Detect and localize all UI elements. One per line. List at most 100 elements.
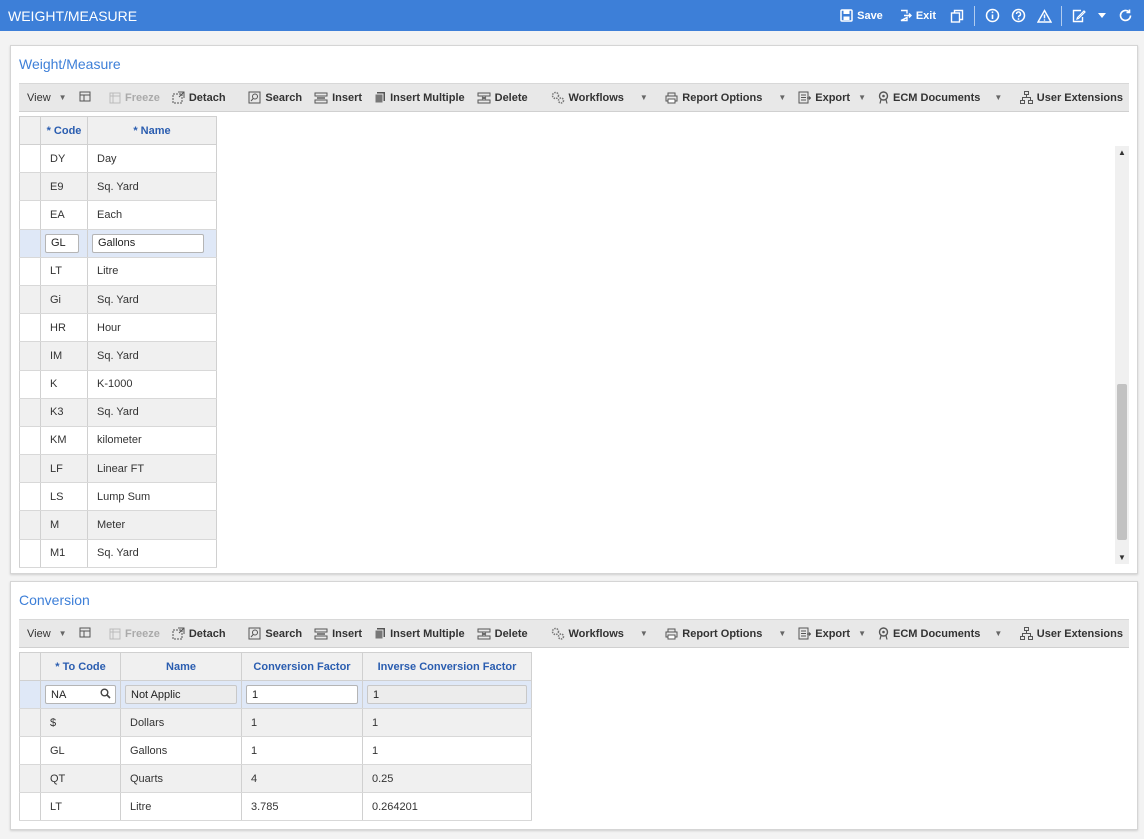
help-icon[interactable] (1008, 6, 1028, 26)
code-cell[interactable]: K3 (40, 398, 88, 427)
workflows-menu[interactable]: Workflows ▼ (545, 620, 654, 647)
ecm-documents-menu[interactable]: ECM Documents ▼ (872, 84, 1008, 111)
table-row[interactable]: Gi Sq. Yard (19, 285, 217, 315)
vertical-scrollbar[interactable]: ▲ ▼ (1115, 146, 1129, 564)
name-cell[interactable]: Sq. Yard (87, 285, 217, 315)
table-row[interactable]: IM Sq. Yard (19, 341, 217, 371)
insert-button[interactable]: Insert (308, 620, 368, 647)
export-menu[interactable]: Export ▼ (792, 84, 872, 111)
report-options-menu[interactable]: Report Options ▼ (659, 620, 792, 647)
freeze-button[interactable]: Freeze (103, 84, 166, 111)
row-selector[interactable] (19, 370, 41, 399)
conversion-factor-cell[interactable]: 1 (241, 708, 363, 737)
detach-button[interactable]: Detach (166, 84, 232, 111)
export-menu[interactable]: Export ▼ (792, 620, 872, 647)
table-row[interactable]: M1 Sq. Yard (19, 539, 217, 568)
chevron-down-icon[interactable] (1095, 6, 1109, 26)
search-button[interactable]: Search (242, 84, 308, 111)
insert-button[interactable]: Insert (308, 84, 368, 111)
table-row[interactable]: K3 Sq. Yard (19, 398, 217, 427)
row-selector[interactable] (19, 341, 41, 371)
row-selector[interactable] (19, 792, 41, 821)
search-icon[interactable] (100, 688, 111, 702)
column-header-name[interactable]: Name (120, 652, 242, 681)
column-header-code[interactable]: * Code (40, 116, 88, 145)
ecm-documents-menu[interactable]: ECM Documents ▼ (872, 620, 1008, 647)
filter-button[interactable] (73, 620, 98, 647)
view-menu[interactable]: View ▼ (19, 84, 73, 111)
row-selector[interactable] (19, 144, 41, 174)
to-code-input[interactable]: NA (45, 685, 116, 704)
column-header-name[interactable]: * Name (87, 116, 217, 145)
view-menu[interactable]: View ▼ (19, 620, 73, 647)
detach-button[interactable]: Detach (166, 620, 232, 647)
table-row[interactable]: LF Linear FT (19, 454, 217, 484)
info-icon[interactable] (982, 6, 1002, 26)
refresh-icon[interactable] (1115, 6, 1135, 26)
to-code-cell[interactable]: QT (40, 764, 121, 793)
exit-button[interactable]: Exit (891, 0, 944, 31)
delete-button[interactable]: Delete (471, 84, 534, 111)
conversion-factor-cell[interactable]: 1 (241, 736, 363, 765)
code-cell[interactable]: KM (40, 426, 88, 456)
scroll-up-icon[interactable]: ▲ (1118, 148, 1126, 157)
code-cell[interactable]: DY (40, 144, 88, 174)
row-selector[interactable] (19, 229, 41, 258)
row-selector[interactable] (19, 426, 41, 456)
name-cell[interactable]: Linear FT (87, 454, 217, 484)
name-cell[interactable]: Litre (120, 792, 242, 821)
code-cell[interactable]: M (40, 510, 88, 540)
user-extensions-button[interactable]: User Extensions (1014, 620, 1129, 647)
name-cell[interactable]: Quarts (120, 764, 242, 793)
row-selector[interactable] (19, 764, 41, 793)
inverse-conversion-factor-cell[interactable]: 0.25 (362, 764, 532, 793)
table-row[interactable]: LT Litre 3.785 0.264201 (19, 792, 532, 821)
to-code-cell[interactable]: LT (40, 792, 121, 821)
column-header-to-code[interactable]: * To Code (40, 652, 121, 681)
to-code-cell[interactable]: GL (40, 736, 121, 765)
search-button[interactable]: Search (242, 620, 308, 647)
code-cell[interactable]: K (40, 370, 88, 399)
table-row[interactable]: M Meter (19, 510, 217, 540)
copy-icon[interactable] (947, 6, 967, 26)
edit-icon[interactable] (1069, 6, 1089, 26)
user-extensions-button[interactable]: User Extensions (1014, 84, 1129, 111)
name-cell[interactable]: Lump Sum (87, 482, 217, 512)
table-row[interactable]: KM kilometer (19, 426, 217, 456)
name-cell[interactable]: Gallons (120, 736, 242, 765)
column-header-inverse-conversion-factor[interactable]: Inverse Conversion Factor (362, 652, 532, 681)
table-row[interactable]: E9 Sq. Yard (19, 172, 217, 202)
code-cell[interactable]: EA (40, 200, 88, 230)
code-cell[interactable]: IM (40, 341, 88, 371)
row-selector[interactable] (19, 539, 41, 568)
inverse-conversion-factor-cell[interactable]: 1 (362, 736, 532, 765)
inverse-conversion-factor-cell[interactable]: 0.264201 (362, 792, 532, 821)
row-selector[interactable] (19, 708, 41, 737)
row-selector[interactable] (19, 482, 41, 512)
table-row[interactable]: GL Gallons (19, 229, 217, 258)
code-cell[interactable]: HR (40, 313, 88, 343)
name-input[interactable]: Gallons (92, 233, 204, 253)
table-row[interactable]: $ Dollars 1 1 (19, 708, 532, 737)
conversion-factor-cell[interactable]: 4 (241, 764, 363, 793)
filter-button[interactable] (73, 84, 98, 111)
code-cell[interactable]: Gi (40, 285, 88, 315)
row-selector[interactable] (19, 398, 41, 427)
name-cell[interactable]: Sq. Yard (87, 341, 217, 371)
table-row[interactable]: GL Gallons 1 1 (19, 736, 532, 765)
row-selector[interactable] (19, 200, 41, 230)
code-cell[interactable]: LT (40, 257, 88, 286)
row-selector[interactable] (19, 285, 41, 315)
to-code-cell[interactable]: $ (40, 708, 121, 737)
name-cell[interactable]: Sq. Yard (87, 539, 217, 568)
code-cell[interactable]: M1 (40, 539, 88, 568)
name-cell[interactable]: K-1000 (87, 370, 217, 399)
table-row[interactable]: K K-1000 (19, 370, 217, 399)
freeze-button[interactable]: Freeze (103, 620, 166, 647)
inverse-conversion-factor-cell[interactable]: 1 (362, 708, 532, 737)
table-row[interactable]: HR Hour (19, 313, 217, 343)
code-input[interactable]: GL (45, 233, 79, 253)
table-row[interactable]: QT Quarts 4 0.25 (19, 764, 532, 793)
table-row[interactable]: LS Lump Sum (19, 482, 217, 512)
table-row[interactable]: DY Day (19, 144, 217, 174)
